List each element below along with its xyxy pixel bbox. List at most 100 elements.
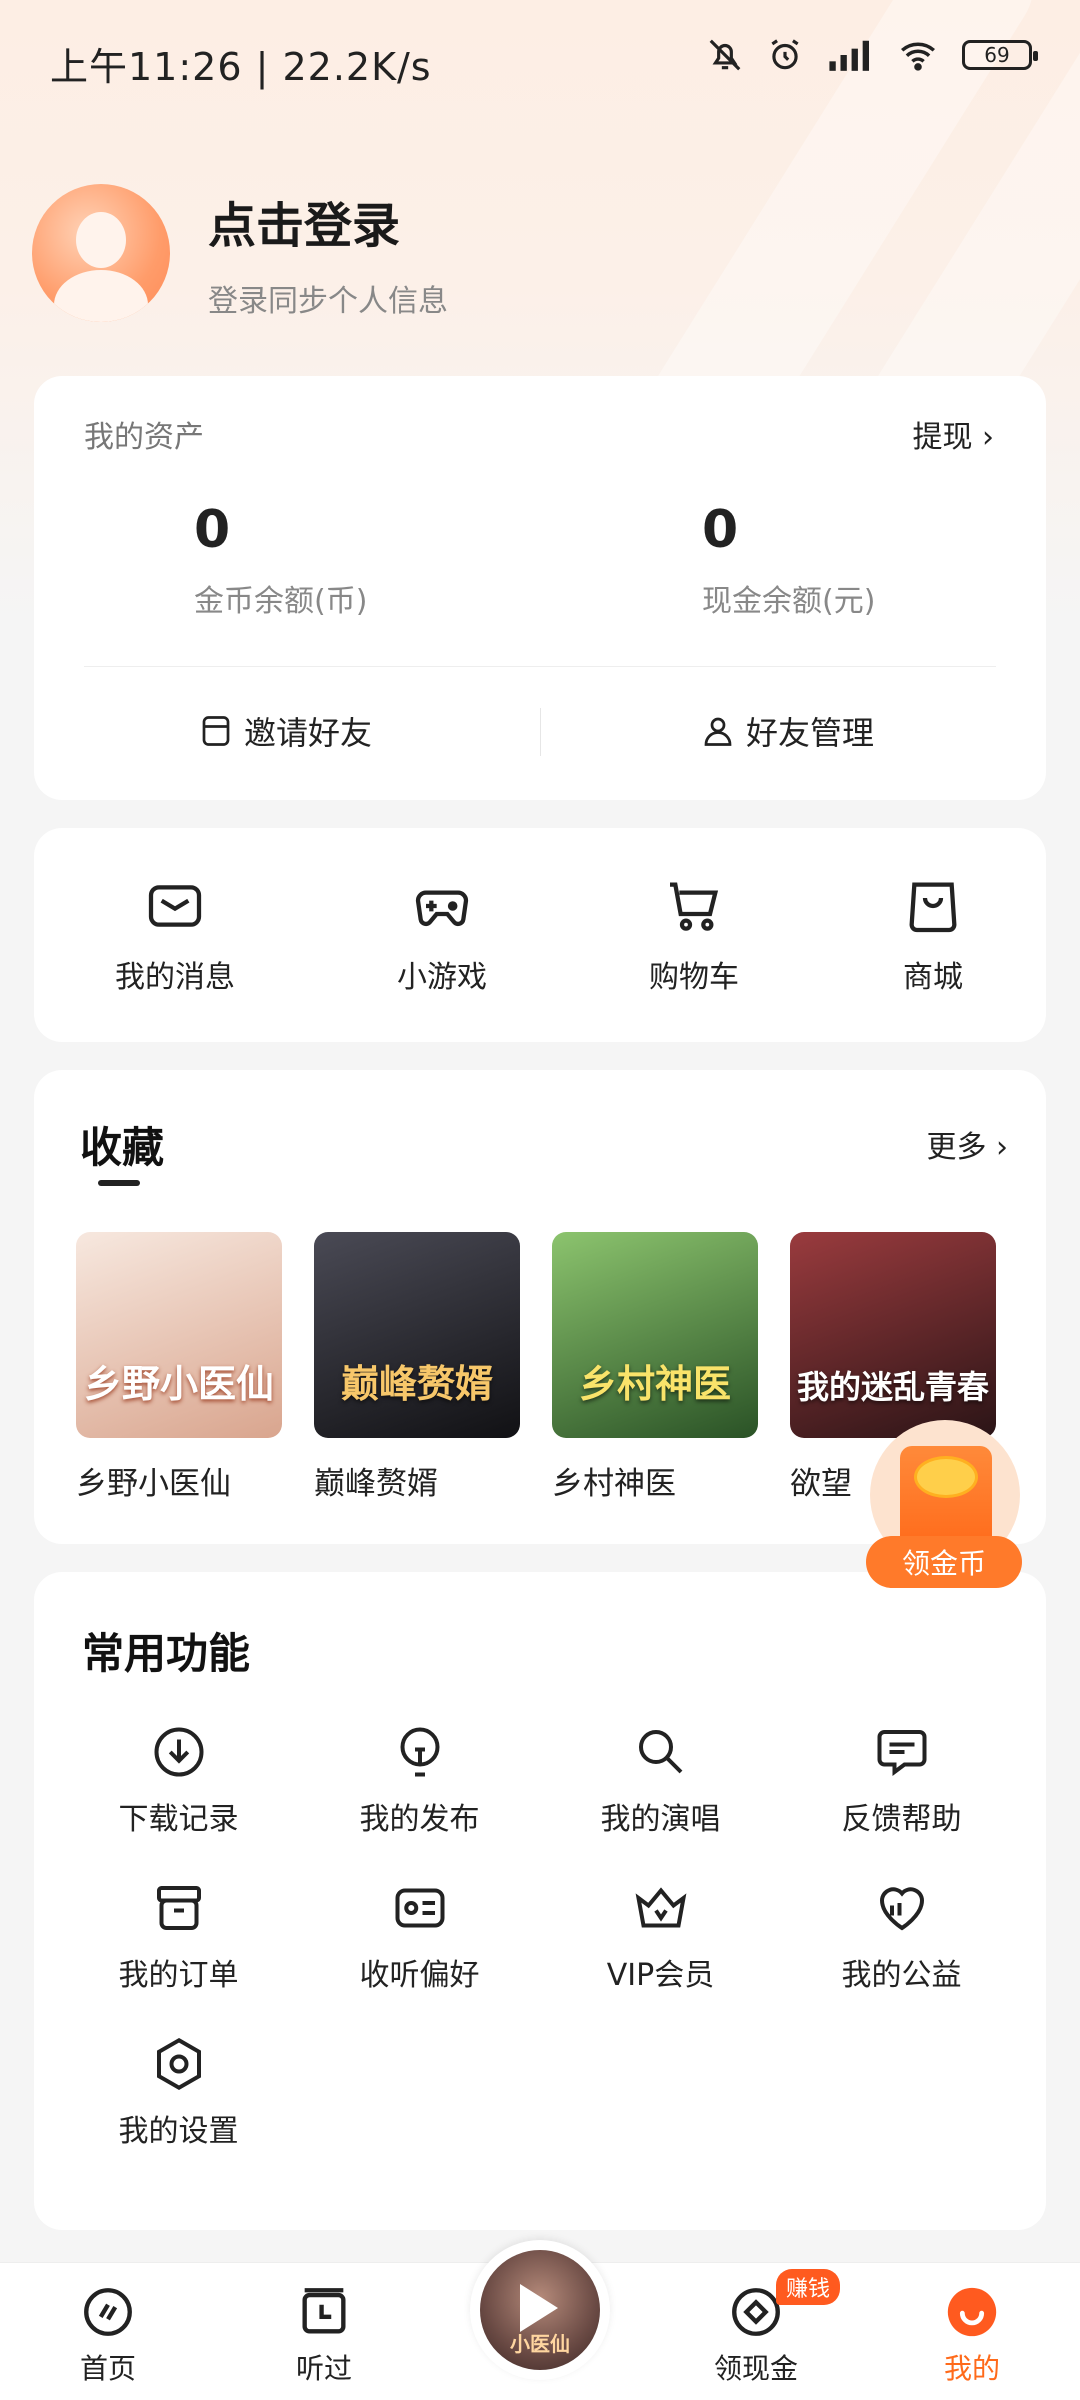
play-icon [520,2284,558,2332]
favorites-list: 乡野小医仙 乡野小医仙 巅峰赘婿 巅峰赘婿 乡村神医 乡村神医 我的迷乱青春 欲… [76,1232,996,1503]
function-feedback-help[interactable]: 反馈帮助 [781,1722,1022,1838]
tab-home[interactable]: 首页 [0,2263,216,2400]
cash-balance-value[interactable]: 0 [702,500,738,560]
book-cover-title: 乡村神医 [578,1362,731,1406]
invite-label: 邀请好友 [244,714,373,752]
login-title[interactable]: 点击登录 [208,186,448,256]
common-functions-card: 常用功能 下载记录 我的发布 我的演唱 反馈帮助 我的订单 收听偏好 VIP会员 [34,1572,1046,2230]
tab-label: 首页 [79,2352,136,2385]
microphone-icon [638,1730,682,1774]
battery-level: 69 [984,43,1010,67]
invite-icon [202,716,230,746]
withdraw-link[interactable]: 提现 › [912,412,994,456]
function-label: 我的订单 [118,1958,239,1993]
function-label: 我的公益 [841,1958,962,1993]
function-listening-preference[interactable]: 收听偏好 [299,1878,540,1994]
now-playing-disc[interactable]: 小医仙 [470,2240,610,2380]
quick-item-mall[interactable]: 商城 [901,874,965,996]
book-cover-title: 我的迷乱青春 [796,1368,989,1406]
book-cover-title: 巅峰赘婿 [340,1362,493,1406]
status-time: 上午11:26 | 22.2K/s [50,45,432,89]
functions-grid: 下载记录 我的发布 我的演唱 反馈帮助 我的订单 收听偏好 VIP会员 我的公益… [58,1722,1022,2150]
assets-card: 我的资产 提现 › 0 金币余额(币) 0 现金余额(元) 邀请好友 好友管理 [34,376,1046,800]
tab-me[interactable]: 我的 [864,2263,1080,2400]
coin-balance-value[interactable]: 0 [194,500,230,560]
download-icon [154,1727,203,1777]
quick-item-minigames[interactable]: 小游戏 [397,874,487,996]
quick-actions-card: 我的消息 小游戏 购物车 商城 [34,828,1046,1042]
function-download-history[interactable]: 下载记录 [58,1722,299,1838]
book-title[interactable]: 乡野小医仙 [76,1458,282,1503]
now-playing-cover-text: 小医仙 [510,2332,570,2356]
wifi-icon [901,42,935,71]
home-dial-icon [84,2288,132,2336]
functions-title: 常用功能 [82,1629,251,1678]
bulb-icon [400,1727,439,1777]
alarm-icon [771,39,799,70]
function-my-singing[interactable]: 我的演唱 [540,1722,781,1838]
battery-icon: 69 [962,40,1038,70]
function-my-settings[interactable]: 我的设置 [58,2034,299,2150]
claim-coins-float-button[interactable]: 领金币 [866,1420,1022,1590]
mute-bell-icon [709,39,741,71]
function-my-posts[interactable]: 我的发布 [299,1722,540,1838]
book-cover[interactable]: 乡野小医仙 [76,1232,282,1438]
function-label: 我的设置 [118,2114,239,2149]
function-label: 反馈帮助 [841,1802,962,1837]
function-label: 我的发布 [359,1802,480,1837]
gold-coin-icon [914,1456,978,1498]
claim-coins-label[interactable]: 领金币 [866,1536,1022,1588]
avatar[interactable] [32,184,170,322]
book-cover[interactable]: 我的迷乱青春 [790,1232,996,1438]
quick-item-cart[interactable]: 购物车 [649,874,739,996]
feedback-icon [877,1730,926,1776]
charity-heart-icon [879,1887,924,1931]
book-cover[interactable]: 乡村神医 [552,1232,758,1438]
quick-item-label: 商城 [903,960,963,995]
quick-item-label: 购物车 [649,960,739,995]
divider [540,708,541,756]
book-item[interactable]: 乡村神医 乡村神医 [552,1232,758,1503]
favorites-title-underline [98,1180,140,1186]
book-title[interactable]: 巅峰赘婿 [314,1458,520,1503]
tab-label: 我的 [943,2352,1000,2385]
preference-card-icon [395,1888,444,1928]
function-vip-membership[interactable]: VIP会员 [540,1878,781,1994]
friend-management-button[interactable]: 好友管理 [700,708,874,754]
me-smile-icon [947,2287,997,2337]
status-bar: 上午11:26 | 22.2K/s 69 [0,0,1080,120]
tab-history[interactable]: 听过 [216,2263,432,2400]
gamepad-icon [415,890,469,926]
history-calendar-icon [302,2288,346,2334]
function-label: VIP会员 [606,1958,715,1993]
coin-balance-caption: 金币余额(币) [194,584,368,619]
signal-icon [829,40,869,71]
book-item[interactable]: 巅峰赘婿 巅峰赘婿 [314,1232,520,1503]
earn-badge: 赚钱 [776,2269,841,2305]
divider [84,666,996,667]
book-cover-title: 乡野小医仙 [83,1362,274,1406]
favorites-more-link[interactable]: 更多 › [926,1122,1008,1166]
function-label: 我的演唱 [600,1802,721,1837]
cart-icon [670,882,719,931]
invite-friends-button[interactable]: 邀请好友 [198,708,372,754]
book-cover[interactable]: 巅峰赘婿 [314,1232,520,1438]
quick-item-messages[interactable]: 我的消息 [115,874,235,996]
assets-label: 我的资产 [84,420,204,455]
status-icons: 69 [706,36,1038,74]
quick-item-label: 我的消息 [115,960,235,995]
login-subtitle: 登录同步个人信息 [208,284,448,319]
function-my-orders[interactable]: 我的订单 [58,1878,299,1994]
function-label: 下载记录 [118,1802,239,1837]
mail-icon [148,885,202,927]
tab-earn-cash[interactable]: 领现金 赚钱 [648,2263,864,2400]
login-profile[interactable]: 点击登录 登录同步个人信息 [32,184,448,322]
book-item[interactable]: 乡野小医仙 乡野小医仙 [76,1232,282,1503]
book-title[interactable]: 乡村神医 [552,1458,758,1503]
favorites-title: 收藏 [80,1123,165,1172]
function-my-charity[interactable]: 我的公益 [781,1878,1022,1994]
shopping-bag-icon [909,882,957,933]
function-label: 收听偏好 [359,1958,480,1993]
cash-balance-caption: 现金余额(元) [702,584,876,619]
friend-management-label: 好友管理 [746,714,875,752]
